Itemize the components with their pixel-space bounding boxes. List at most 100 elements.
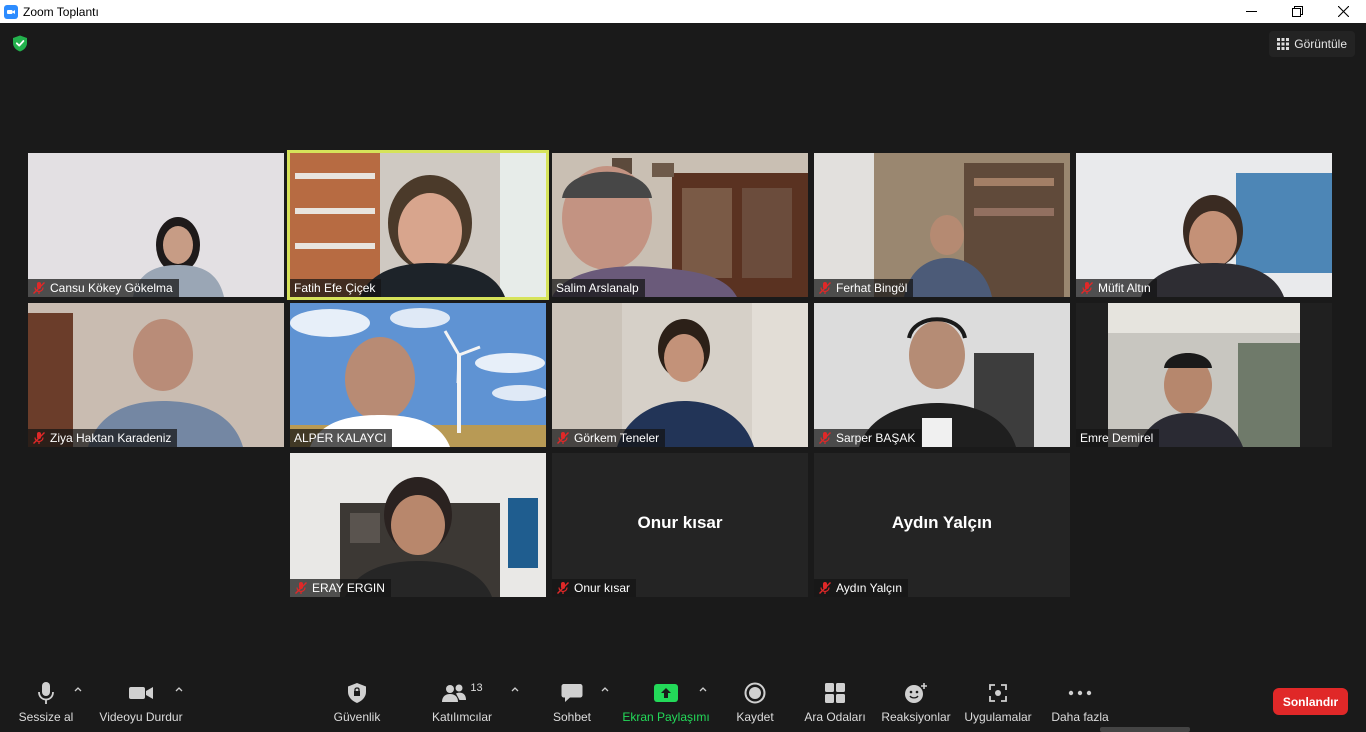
participant-nametag: Görkem Teneler [552, 429, 666, 447]
security-label: Güvenlik [333, 710, 381, 724]
video-tile[interactable]: Ferhat Bingöl [814, 153, 1070, 297]
security-shield-icon [348, 683, 366, 703]
participant-nametag: Emre Demirel [1076, 429, 1160, 447]
participant-nametag: ERAY ERGIN [290, 579, 391, 597]
video-camera-icon [129, 687, 153, 699]
breakout-label: Ara Odaları [804, 710, 866, 724]
record-icon [744, 682, 766, 704]
apps-button[interactable]: Uygulamalar [962, 671, 1034, 732]
reactions-label: Reaksiyonlar [881, 710, 951, 724]
end-meeting-button[interactable]: Sonlandır [1273, 688, 1348, 715]
muted-mic-icon [33, 432, 45, 444]
participant-nametag: Ferhat Bingöl [814, 279, 914, 297]
participant-name: Aydın Yalçın [836, 581, 903, 595]
video-tile[interactable]: Emre Demirel [1076, 303, 1332, 447]
participant-video [1076, 153, 1332, 297]
video-tile[interactable]: Salim Arslanalp [552, 153, 808, 297]
more-dots-icon [1068, 690, 1092, 696]
video-tile[interactable]: Müfit Altın [1076, 153, 1332, 297]
chat-options-caret-icon[interactable] [600, 685, 610, 693]
more-button[interactable]: Daha fazla [1048, 671, 1112, 732]
close-icon [1337, 6, 1349, 17]
share-screen-button[interactable]: Ekran Paylaşımı [620, 671, 712, 732]
participant-name: Ferhat Bingöl [836, 281, 908, 295]
video-tile[interactable]: ALPER KALAYCI [290, 303, 546, 447]
participants-button[interactable]: 13 Katılımcılar [428, 671, 496, 732]
microphone-icon [38, 682, 54, 704]
participant-video [28, 153, 284, 297]
participant-name: Cansu Kökey Gökelma [50, 281, 173, 295]
participant-video [290, 153, 546, 297]
video-tile[interactable]: Sarper BAŞAK [814, 303, 1070, 447]
participant-nametag: ALPER KALAYCI [290, 429, 393, 447]
video-label: Videoyu Durdur [99, 710, 183, 724]
participant-video [290, 303, 546, 447]
window-titlebar: Zoom Toplantı [0, 0, 1366, 23]
encryption-shield-icon[interactable] [12, 35, 28, 52]
participants-options-caret-icon[interactable] [510, 685, 520, 693]
participant-nametag: Onur kısar [552, 579, 637, 597]
share-screen-icon [654, 684, 678, 702]
video-options-caret-icon[interactable] [174, 685, 184, 693]
breakout-rooms-icon [825, 683, 845, 703]
participant-video [552, 303, 808, 447]
minimize-button[interactable] [1228, 0, 1274, 23]
participant-video [290, 453, 546, 597]
horizontal-scrollbar[interactable] [1100, 727, 1190, 732]
participant-video [814, 303, 1070, 447]
participant-name: Emre Demirel [1080, 431, 1154, 445]
apps-icon [989, 684, 1007, 702]
restore-button[interactable] [1274, 0, 1320, 23]
video-off-tile[interactable]: Aydın Yalçın Aydın Yalçın [814, 453, 1070, 597]
participant-nametag: Cansu Kökey Gökelma [28, 279, 179, 297]
video-tile[interactable]: Görkem Teneler [552, 303, 808, 447]
participants-icon [442, 684, 467, 702]
security-button[interactable]: Güvenlik [326, 671, 388, 732]
participant-video [814, 153, 1070, 297]
reactions-button[interactable]: Reaksiyonlar [880, 671, 952, 732]
video-tile-active-speaker[interactable]: Fatih Efe Çiçek [287, 150, 549, 300]
meeting-toolbar: Sessize al Videoyu Durdur Güvenlik 13 Ka… [0, 671, 1366, 732]
video-tile[interactable]: Ziya Haktan Karadeniz [28, 303, 284, 447]
participant-video [28, 303, 284, 447]
zoom-app-icon [4, 4, 18, 19]
stop-video-button[interactable]: Videoyu Durdur [96, 671, 186, 732]
minimize-icon [1245, 11, 1257, 12]
muted-mic-icon [819, 432, 831, 444]
participant-video [1108, 303, 1300, 447]
participant-video [552, 153, 808, 297]
chat-label: Sohbet [552, 710, 592, 724]
view-button[interactable]: Görüntüle [1269, 31, 1355, 57]
participant-nametag: Sarper BAŞAK [814, 429, 922, 447]
participant-nametag: Fatih Efe Çiçek [290, 279, 382, 297]
chat-button[interactable]: Sohbet [548, 671, 596, 732]
muted-mic-icon [557, 432, 569, 444]
more-label: Daha fazla [1051, 710, 1109, 724]
audio-options-caret-icon[interactable] [73, 685, 83, 693]
mute-button[interactable]: Sessize al [18, 671, 74, 732]
record-button[interactable]: Kaydet [732, 671, 778, 732]
muted-mic-icon [557, 582, 569, 594]
muted-mic-icon [33, 282, 45, 294]
grid-view-icon [1277, 38, 1290, 50]
apps-label: Uygulamalar [964, 710, 1032, 724]
participant-nametag: Ziya Haktan Karadeniz [28, 429, 178, 447]
share-options-caret-icon[interactable] [698, 685, 708, 693]
video-tile[interactable]: Cansu Kökey Gökelma [28, 153, 284, 297]
window-title: Zoom Toplantı [23, 4, 99, 19]
reactions-smiley-icon [905, 683, 927, 703]
participants-label: Katılımcılar [431, 710, 492, 724]
video-off-tile[interactable]: Onur kısar Onur kısar [552, 453, 808, 597]
breakout-rooms-button[interactable]: Ara Odaları [802, 671, 868, 732]
restore-icon [1291, 6, 1303, 17]
close-button[interactable] [1320, 0, 1366, 23]
video-tile[interactable]: ERAY ERGIN [290, 453, 546, 597]
participant-name: Ziya Haktan Karadeniz [50, 431, 172, 445]
participant-nametag: Müfit Altın [1076, 279, 1157, 297]
participant-name: Salim Arslanalp [556, 281, 639, 295]
participant-name: ALPER KALAYCI [294, 431, 387, 445]
mute-label: Sessize al [18, 710, 74, 724]
chat-bubble-icon [561, 684, 583, 702]
participant-name: Görkem Teneler [574, 431, 660, 445]
participant-name: Fatih Efe Çiçek [294, 281, 376, 295]
